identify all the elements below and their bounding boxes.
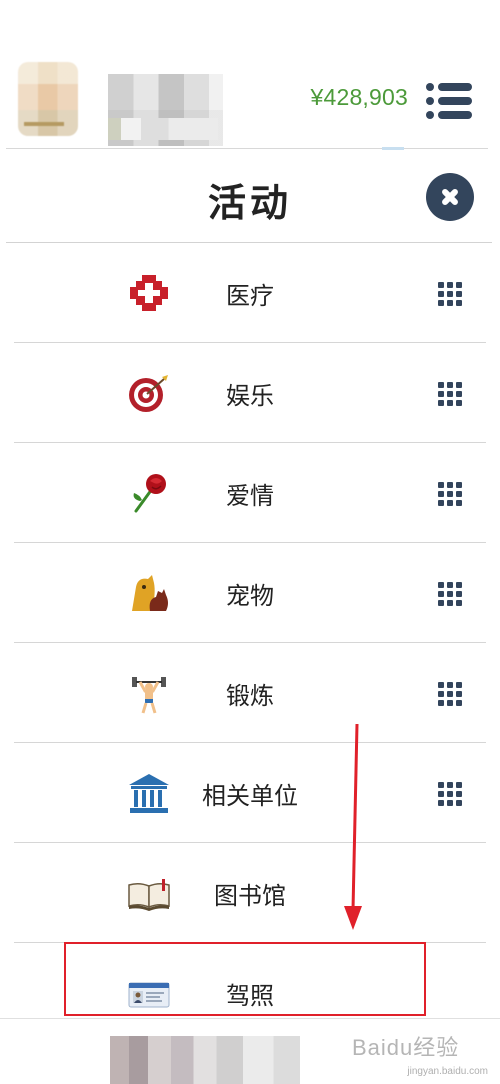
watermark: Baidu经验 jingyan.baidu.com [352, 1030, 492, 1080]
watermark-text: Baidu经验 [352, 1035, 460, 1060]
close-icon[interactable] [426, 173, 474, 221]
list-item-label: 娱乐 [226, 382, 274, 410]
avatar[interactable] [18, 62, 78, 136]
list-menu-icon[interactable] [426, 82, 474, 120]
username-blurred [108, 74, 223, 146]
header-divider [6, 148, 488, 149]
balance-amount: ¥428,903 [310, 84, 408, 110]
annotation-arrow [344, 723, 362, 930]
list-item-exercise[interactable]: 锻炼 [0, 643, 500, 743]
grid-icon[interactable] [438, 282, 462, 306]
grid-icon[interactable] [438, 582, 462, 606]
list-item-medical[interactable]: 医疗 [0, 243, 500, 343]
modal-title: 活动 [207, 181, 292, 225]
list-item-label: 图书馆 [214, 882, 286, 910]
list-item-entertainment[interactable]: 娱乐 [0, 343, 500, 443]
list-item-related-units[interactable]: 相关单位 [0, 743, 500, 843]
grid-icon[interactable] [438, 482, 462, 506]
grid-icon[interactable] [438, 682, 462, 706]
grid-icon[interactable] [438, 782, 462, 806]
footer-blurred-content [110, 1036, 300, 1084]
list-item-label: 锻炼 [226, 682, 274, 710]
list-item-library[interactable]: 图书馆 [0, 843, 500, 943]
list-item-love[interactable]: 爱情 [0, 443, 500, 543]
list-item-label: 相关单位 [202, 782, 298, 810]
profile-header: ¥428,903 [0, 0, 500, 150]
annotation-highlight-box [64, 942, 426, 1016]
watermark-sub: jingyan.baidu.com [407, 1066, 488, 1077]
grid-icon[interactable] [438, 382, 462, 406]
list-item-pets[interactable]: 宠物 [0, 543, 500, 643]
list-item-label: 医疗 [226, 282, 274, 310]
modal-header: 活动 [0, 150, 500, 242]
avatar-detail [24, 122, 64, 126]
footer-divider [0, 1018, 500, 1019]
username-sub-blurred [108, 118, 218, 140]
list-item-label: 宠物 [226, 582, 274, 610]
list-item-label: 爱情 [226, 482, 274, 510]
